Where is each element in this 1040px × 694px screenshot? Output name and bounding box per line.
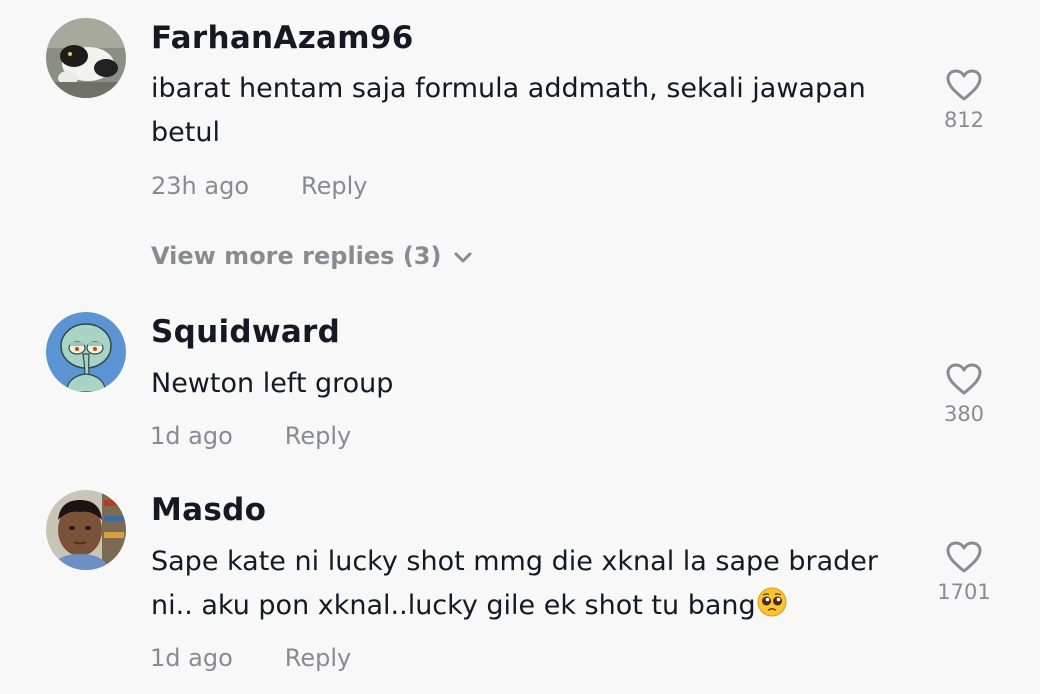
view-more-replies-button[interactable]: View more replies (3) — [151, 242, 473, 271]
squidward-avatar[interactable] — [46, 312, 126, 392]
comment-text: ibarat hentam saja formula addmath, seka… — [151, 67, 911, 155]
comment-meta: 1d ago Reply — [150, 644, 351, 672]
comment-text-fragment: ni.. aku pon xknal..lucky gile ek shot t… — [151, 590, 756, 621]
comment-meta: 23h ago Reply — [151, 172, 367, 200]
username[interactable]: Masdo — [151, 492, 266, 528]
comment-text-line: ni.. aku pon xknal..lucky gile ek shot t… — [151, 584, 911, 632]
person-avatar[interactable] — [46, 490, 126, 570]
timestamp: 1d ago — [150, 422, 233, 450]
reply-button[interactable]: Reply — [285, 644, 351, 672]
comment-text: Sape kate ni lucky shot mmg die xknal la… — [151, 540, 911, 632]
comment-text: Newton left group — [151, 362, 911, 406]
reply-button[interactable]: Reply — [301, 172, 367, 200]
heart-icon[interactable] — [945, 362, 983, 400]
comment-text-line: betul — [151, 117, 220, 148]
like-count: 812 — [943, 108, 985, 132]
like-section: 1701 — [920, 540, 1008, 604]
heart-icon[interactable] — [945, 540, 983, 578]
view-more-replies-label: View more replies (3) — [151, 242, 442, 270]
pleading-face-emoji-icon — [756, 586, 788, 632]
comment-text-line: Sape kate ni lucky shot mmg die xknal la… — [151, 546, 878, 577]
comment-text-line: ibarat hentam saja formula addmath, seka… — [151, 73, 866, 104]
timestamp: 1d ago — [150, 644, 233, 672]
like-count: 1701 — [937, 580, 991, 604]
comment-text-line: Newton left group — [151, 368, 394, 399]
timestamp: 23h ago — [151, 172, 250, 200]
like-section: 380 — [920, 362, 1008, 426]
chevron-down-icon — [453, 243, 473, 271]
heart-icon[interactable] — [945, 68, 983, 106]
cat-avatar[interactable] — [46, 18, 126, 98]
username[interactable]: FarhanAzam96 — [151, 20, 414, 56]
like-section: 812 — [920, 68, 1008, 132]
comment-meta: 1d ago Reply — [150, 422, 351, 450]
reply-button[interactable]: Reply — [285, 422, 351, 450]
like-count: 380 — [943, 402, 985, 426]
username[interactable]: Squidward — [151, 314, 340, 350]
